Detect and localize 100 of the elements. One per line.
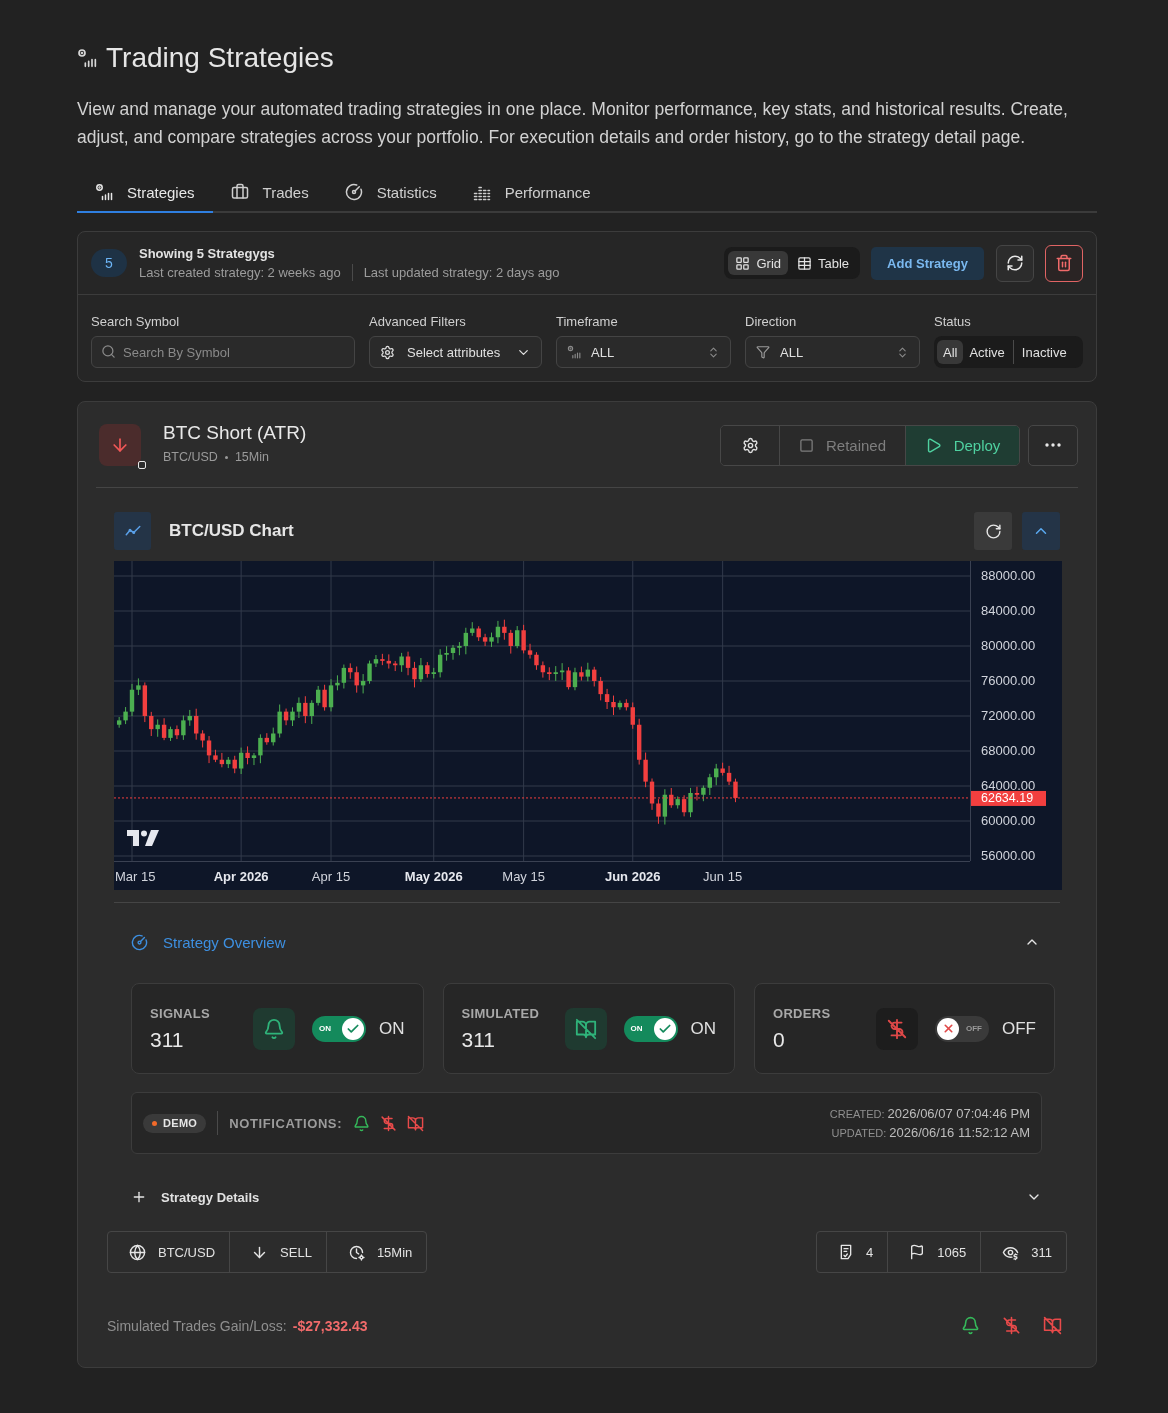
timestamp-value: 2026/06/07 07:04:46 PM (887, 1106, 1030, 1121)
briefcase-icon (230, 183, 249, 201)
timestamp-value: 2026/06/16 11:52:12 AM (889, 1125, 1030, 1140)
filter-label: Advanced Filters (369, 314, 467, 330)
view-option[interactable]: Table (790, 251, 857, 275)
falling-candle (393, 660, 398, 672)
page-title: Trading Strategies (106, 41, 334, 75)
chart-bars-icon (77, 48, 97, 68)
strategy-name: BTC Short (ATR) (163, 422, 307, 444)
count-badge: 5 (91, 249, 127, 277)
rising-candle (675, 795, 680, 810)
price-axis-label: 76000.00 (981, 672, 1036, 688)
rising-candle (316, 685, 321, 706)
rising-candle (238, 747, 244, 775)
chip-label: 15Min (376, 1244, 413, 1260)
rising-candle (168, 726, 173, 742)
timestamp-label: CREATED: (829, 1108, 885, 1120)
search-icon (101, 344, 116, 359)
status-option[interactable]: All (937, 340, 964, 364)
add-strategy-button[interactable]: Add Strategy (871, 246, 984, 280)
clock-icon (347, 1243, 365, 1261)
date-axis-label: May 15 (502, 869, 545, 884)
direction-select[interactable]: ALL (745, 336, 920, 368)
price-axis-label: 88000.00 (981, 567, 1036, 583)
section-title: Strategy Details (161, 1189, 260, 1205)
price-axis-label: 72000.00 (981, 707, 1036, 723)
chart-bars-icon (95, 183, 113, 201)
filter-icon (756, 345, 770, 359)
line-chart-icon (114, 512, 151, 550)
date-axis-label: Jun 15 (703, 869, 743, 884)
rising-candle (399, 652, 404, 673)
falling-candle (322, 684, 327, 712)
falling-candle (694, 786, 700, 801)
gain-loss-label: Simulated Trades Gain/Loss: (107, 1317, 287, 1334)
price-axis-label: 68000.00 (981, 742, 1036, 758)
rising-candle (515, 625, 520, 649)
toggle-state-label: OFF (1002, 1018, 1036, 1039)
rising-candle (585, 662, 590, 682)
gauge-icon (344, 183, 363, 201)
filter-label: Timeframe (556, 314, 619, 330)
plus-icon[interactable] (131, 1189, 147, 1205)
tab[interactable]: Strategies (77, 173, 213, 213)
toggle-switch[interactable]: OFF (935, 1015, 989, 1042)
tab[interactable]: Trades (212, 173, 327, 213)
date-axis-label: Mar 15 (115, 869, 156, 884)
stat-label: SIGNALS (150, 1005, 211, 1021)
tab[interactable]: Statistics (326, 173, 455, 213)
toggle-state-label: ON (379, 1018, 405, 1039)
timestamp-label: UPDATED: (831, 1127, 887, 1139)
timeframe-select[interactable]: ALL (556, 336, 731, 368)
falling-candle (579, 666, 584, 682)
refresh-button[interactable] (996, 244, 1034, 282)
refresh-icon (1006, 254, 1024, 272)
rising-candle (662, 788, 668, 826)
settings-icon (380, 344, 395, 360)
ellipsis-icon (1045, 443, 1061, 447)
status-option[interactable]: Inactive (1012, 340, 1073, 364)
book-off-icon (564, 1007, 607, 1050)
rising-candle (688, 787, 693, 818)
trash-icon (1055, 254, 1073, 272)
last-updated-text: Last updated strategy: 2 days ago (363, 264, 560, 280)
price-axis-label: 56000.00 (981, 847, 1036, 863)
stat-value: 311 (461, 1027, 496, 1052)
notifications-label: NOTIFICATIONS: (229, 1115, 343, 1131)
chip-label: 1065 (937, 1244, 967, 1260)
toggle-switch[interactable]: ON (312, 1015, 366, 1042)
toggle-switch[interactable]: ON (623, 1015, 678, 1042)
dot-icon (224, 455, 228, 459)
check-icon (342, 1017, 364, 1040)
price-axis-label: 84000.00 (981, 602, 1036, 618)
toggle-state-label: ON (690, 1018, 716, 1039)
falling-candle (303, 695, 308, 724)
search-field[interactable]: Search By Symbol (91, 336, 355, 368)
dot-icon (152, 1120, 157, 1126)
reload-icon (984, 522, 1002, 540)
rising-candle (309, 699, 314, 725)
chevrons-icon (896, 345, 909, 359)
chip-label: 4 (866, 1244, 874, 1260)
strategy-symbol: BTC/USD (163, 450, 218, 464)
settings-icon (741, 436, 759, 454)
attributes-select[interactable]: Select attributes (369, 336, 542, 368)
stat-label: SIMULATED (461, 1005, 541, 1021)
summary-heading: Showing 5 Strategygs (139, 245, 276, 261)
falling-candle (425, 661, 430, 679)
close-icon (937, 1017, 959, 1040)
view-option[interactable]: Grid (728, 251, 788, 275)
reload-chart-button[interactable] (974, 512, 1012, 550)
delete-button[interactable] (1045, 244, 1083, 282)
falling-candle (232, 755, 237, 774)
rising-candle (155, 718, 160, 738)
section-title: Strategy Overview (163, 933, 286, 951)
date-axis-label: Apr 2026 (213, 869, 269, 884)
falling-candle (681, 794, 687, 817)
status-option[interactable]: Active (963, 340, 1011, 364)
tab[interactable]: Performance (454, 173, 609, 213)
bell-icon (253, 1007, 295, 1050)
price-axis-label: 80000.00 (981, 637, 1036, 653)
deploy-button[interactable]: Deploy (905, 425, 1019, 465)
date-axis-label: Apr 15 (311, 869, 351, 884)
rising-candle (714, 763, 719, 786)
